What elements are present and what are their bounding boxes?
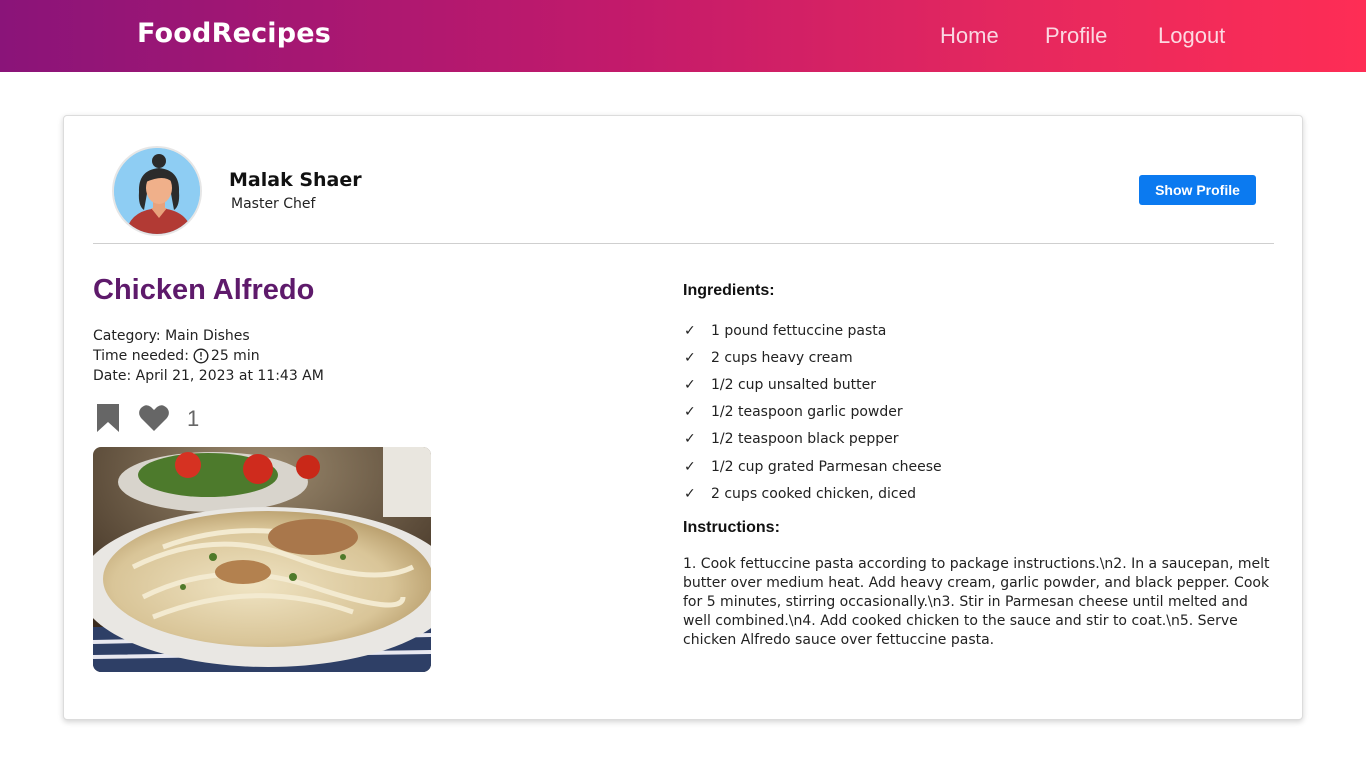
ingredient-text: 1/2 teaspoon black pepper [711, 431, 899, 448]
ingredient-item: ✓ 1/2 teaspoon garlic powder [684, 399, 942, 426]
author-avatar [112, 146, 202, 236]
nav-logout-link[interactable]: Logout [1158, 23, 1225, 49]
ingredient-item: ✓ 1/2 teaspoon black pepper [684, 426, 942, 453]
chef-avatar-icon [114, 148, 200, 234]
header-divider [93, 243, 1274, 244]
ingredients-list: ✓ 1 pound fettuccine pasta ✓ 2 cups heavy … [684, 317, 942, 507]
ingredient-item: ✓ 1/2 cup grated Parmesan cheese [684, 453, 942, 480]
recipe-card: Malak Shaer Master Chef Show Profile Chi… [63, 115, 1303, 720]
ingredient-text: 1/2 teaspoon garlic powder [711, 404, 903, 421]
ingredient-text: 1/2 cup unsalted butter [711, 376, 876, 393]
brand-logo[interactable]: FoodRecipes [137, 18, 331, 49]
bookmark-icon[interactable] [96, 403, 120, 433]
navbar: FoodRecipes Home Profile Logout [0, 0, 1366, 72]
like-count: 1 [187, 406, 200, 431]
show-profile-button[interactable]: Show Profile [1139, 175, 1256, 205]
time-value: 25 min [210, 348, 260, 364]
author-name: Malak Shaer [229, 169, 362, 191]
check-icon: ✓ [684, 322, 696, 339]
ingredient-text: 1/2 cup grated Parmesan cheese [711, 458, 942, 475]
ingredient-text: 2 cups heavy cream [711, 349, 853, 366]
instructions-title: Instructions: [683, 519, 780, 536]
time-label: Time needed: [93, 348, 189, 364]
ingredient-text: 1 pound fettuccine pasta [711, 322, 887, 339]
ingredient-item: ✓ 1 pound fettuccine pasta [684, 317, 942, 344]
clock-icon [193, 348, 209, 364]
instructions-text: 1. Cook fettuccine pasta according to pa… [683, 556, 1270, 648]
recipe-photo [93, 447, 431, 672]
check-icon: ✓ [684, 431, 696, 448]
recipe-date: Date: April 21, 2023 at 11:43 AM [93, 368, 324, 384]
pasta-image-icon [93, 447, 431, 672]
author-role: Master Chef [231, 196, 316, 212]
check-icon: ✓ [684, 458, 696, 475]
check-icon: ✓ [684, 485, 696, 502]
ingredient-item: ✓ 2 cups cooked chicken, diced [684, 480, 942, 507]
recipe-category: Category: Main Dishes [93, 328, 250, 344]
nav-home-link[interactable]: Home [940, 23, 999, 49]
check-icon: ✓ [684, 349, 696, 366]
ingredient-item: ✓ 2 cups heavy cream [684, 344, 942, 371]
nav-profile-link[interactable]: Profile [1045, 23, 1107, 49]
check-icon: ✓ [684, 404, 696, 421]
recipe-title: Chicken Alfredo [93, 274, 315, 306]
recipe-time: Time needed: 25 min [93, 348, 260, 364]
ingredient-item: ✓ 1/2 cup unsalted butter [684, 371, 942, 398]
ingredients-title: Ingredients: [683, 282, 775, 299]
ingredient-text: 2 cups cooked chicken, diced [711, 485, 917, 502]
heart-icon[interactable] [138, 404, 170, 432]
check-icon: ✓ [684, 376, 696, 393]
